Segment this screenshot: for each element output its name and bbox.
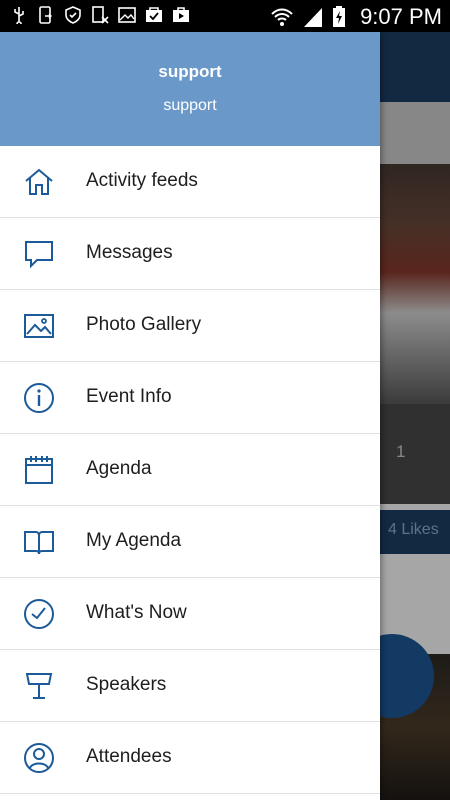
menu-item-label: Messages	[86, 242, 173, 263]
navigation-drawer: support support Activity feeds Messages …	[0, 32, 380, 800]
info-icon	[24, 383, 54, 413]
wifi-icon	[271, 8, 293, 26]
system-icons: 9:07 PM	[270, 4, 442, 30]
menu-item-label: What's Now	[86, 602, 187, 623]
clipboard-check-icon	[146, 7, 162, 22]
menu-item-label: Agenda	[86, 458, 152, 479]
usb-icon	[14, 7, 24, 24]
drawer-menu: Activity feeds Messages Photo Gallery Ev…	[0, 146, 380, 794]
status-bar: 9:07 PM	[0, 0, 450, 32]
clock-check-icon	[24, 599, 54, 629]
data-blocked-icon	[92, 6, 109, 24]
lectern-icon	[25, 673, 53, 699]
menu-item-label: Activity feeds	[86, 170, 198, 191]
menu-item-label: Speakers	[86, 674, 167, 695]
menu-item-whats-now[interactable]: What's Now	[0, 578, 380, 650]
user-subtitle: support	[163, 97, 217, 114]
calendar-icon	[25, 456, 53, 484]
device-icon	[39, 6, 52, 24]
menu-item-label: Photo Gallery	[86, 314, 202, 335]
menu-item-event-info[interactable]: Event Info	[0, 362, 380, 434]
drawer-header: support support	[0, 32, 380, 146]
menu-item-photo-gallery[interactable]: Photo Gallery	[0, 290, 380, 362]
shield-icon	[65, 6, 81, 24]
image-icon	[24, 314, 54, 338]
menu-item-speakers[interactable]: Speakers	[0, 650, 380, 722]
chat-icon	[25, 241, 53, 269]
person-icon	[24, 743, 54, 773]
image-icon	[118, 7, 136, 23]
briefcase-play-icon	[173, 7, 189, 22]
status-time: 9:07 PM	[360, 4, 442, 29]
menu-item-my-agenda[interactable]: My Agenda	[0, 506, 380, 578]
menu-item-messages[interactable]: Messages	[0, 218, 380, 290]
user-name: support	[158, 62, 222, 81]
menu-item-label: My Agenda	[86, 530, 182, 551]
drawer-scrim[interactable]	[380, 32, 450, 800]
menu-item-label: Attendees	[86, 746, 172, 767]
menu-item-activity-feeds[interactable]: Activity feeds	[0, 146, 380, 218]
menu-item-label: Event Info	[86, 386, 172, 407]
notification-icons	[10, 6, 190, 24]
menu-item-attendees[interactable]: Attendees	[0, 722, 380, 794]
home-icon	[25, 168, 53, 195]
battery-charging-icon	[333, 6, 346, 27]
book-icon	[24, 531, 54, 555]
menu-item-agenda[interactable]: Agenda	[0, 434, 380, 506]
signal-icon	[304, 8, 323, 27]
